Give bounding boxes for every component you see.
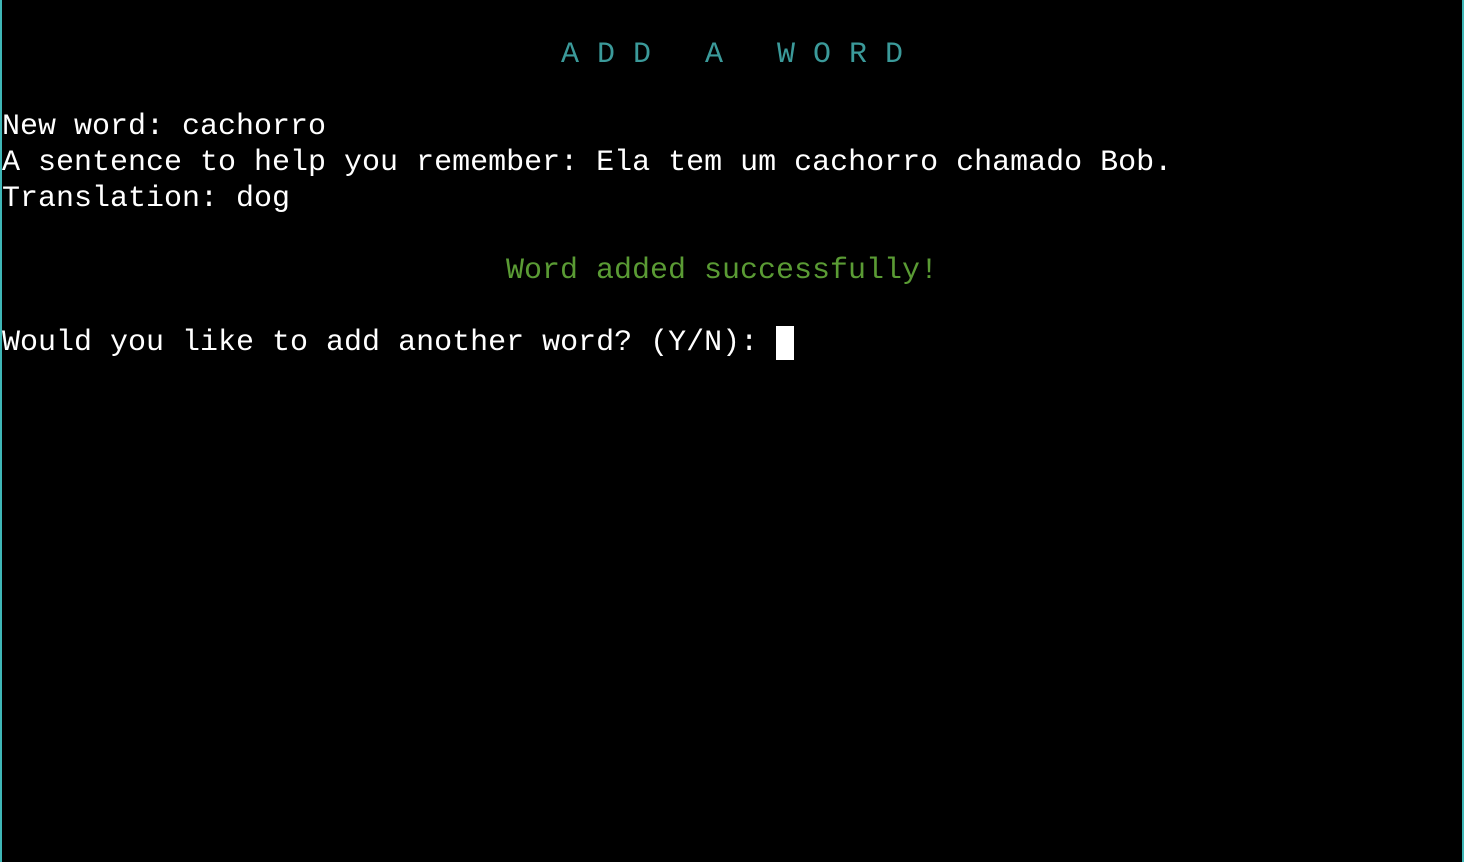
translation-line: Translation: dog — [2, 182, 291, 216]
new-word-line: New word: cachorro — [2, 110, 327, 144]
text-cursor[interactable] — [776, 326, 795, 360]
input-prompt-row[interactable]: Would you like to add another word? (Y/N… — [2, 325, 795, 361]
success-message: Word added successfully! — [505, 254, 939, 288]
terminal-window: A D D A W O R D New word: cachorro A sen… — [0, 0, 1464, 862]
page-title: A D D A W O R D — [560, 38, 904, 72]
sentence-line: A sentence to help you remember: Ela tem… — [2, 146, 1173, 180]
prompt-text: Would you like to add another word? (Y/N… — [2, 326, 759, 360]
